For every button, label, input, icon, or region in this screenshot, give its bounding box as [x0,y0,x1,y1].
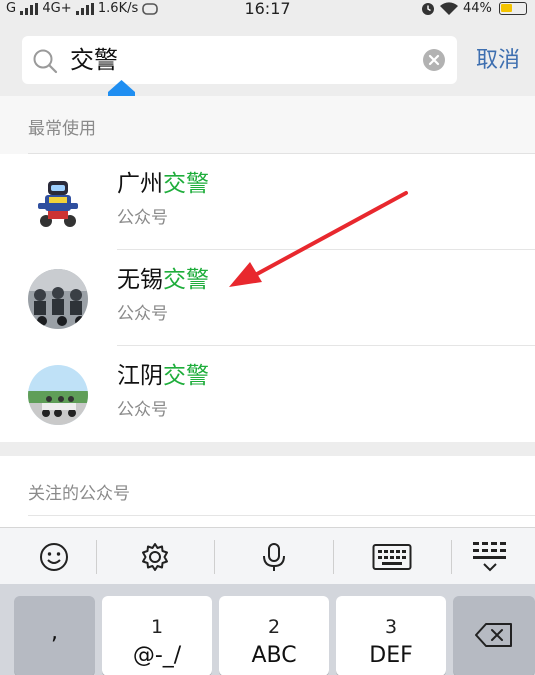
battery-percent: 44% [462,1,492,16]
name-highlight: 交警 [163,363,209,389]
alarm-icon [421,2,434,15]
key-label: , [51,620,58,645]
result-name: 广州交警 [117,171,209,197]
clear-icon[interactable] [423,49,445,71]
key-label: @-_/ [132,643,182,668]
section-followed: 关注的公众号 [0,457,535,527]
result-type: 公众号 [117,304,168,324]
key-label: DEF [369,643,413,668]
result-type: 公众号 [117,400,168,420]
settings-button[interactable] [101,528,208,585]
key-3[interactable]: 3 DEF [336,596,446,675]
search-query-text[interactable]: 交警 [70,44,118,76]
emoji-button[interactable] [0,528,107,585]
section-frequent-label: 最常使用 [28,119,96,139]
result-type: 公众号 [117,208,168,228]
section-gap [0,442,535,456]
search-input[interactable]: 交警 [22,36,457,84]
collapse-keyboard-button[interactable] [444,528,535,585]
keyboard: , 1 @-_/ 2 ABC 3 DEF [0,584,535,675]
cancel-button[interactable]: 取消 [476,46,520,76]
backspace-key[interactable] [453,596,535,675]
voice-button[interactable] [220,528,327,585]
battery-icon [499,2,527,15]
keyboard-toolbar [0,527,535,584]
search-header: 交警 取消 [0,20,535,96]
status-right: 44% [421,0,527,20]
result-item-guangzhou[interactable]: 广州交警 公众号 [0,154,535,250]
result-item-jiangyin[interactable]: 江阴交警 公众号 [0,346,535,442]
result-name: 江阴交警 [117,363,209,389]
microphone-icon [262,542,285,571]
section-followed-label: 关注的公众号 [28,484,130,504]
backspace-icon [475,623,512,647]
keyboard-icon [372,543,411,570]
avatar [28,269,88,329]
search-icon [33,49,58,74]
name-highlight: 交警 [163,171,209,197]
key-label: ABC [251,643,297,668]
divider [28,515,535,516]
status-bar: G 4G+ 1.6K/s 16:17 44% [0,0,535,20]
gear-icon [141,542,168,571]
key-comma[interactable]: , [14,596,95,675]
key-1[interactable]: 1 @-_/ [102,596,212,675]
avatar [28,365,88,425]
toolbar-divider [214,540,215,574]
key-number: 2 [267,616,281,638]
keyboard-switch-button[interactable] [338,528,445,585]
toolbar-divider [333,540,334,574]
wifi-icon [439,1,458,15]
key-number: 1 [150,616,164,638]
name-highlight: 交警 [163,267,209,293]
avatar [28,173,88,233]
result-item-wuxi[interactable]: 无锡交警 公众号 [0,250,535,346]
emoji-icon [39,542,68,571]
key-number: 3 [384,616,398,638]
result-name: 无锡交警 [117,267,209,293]
collapse-keyboard-icon [472,541,506,571]
toolbar-divider [96,540,97,574]
key-2[interactable]: 2 ABC [219,596,329,675]
section-frequent: 最常使用 [0,96,535,154]
